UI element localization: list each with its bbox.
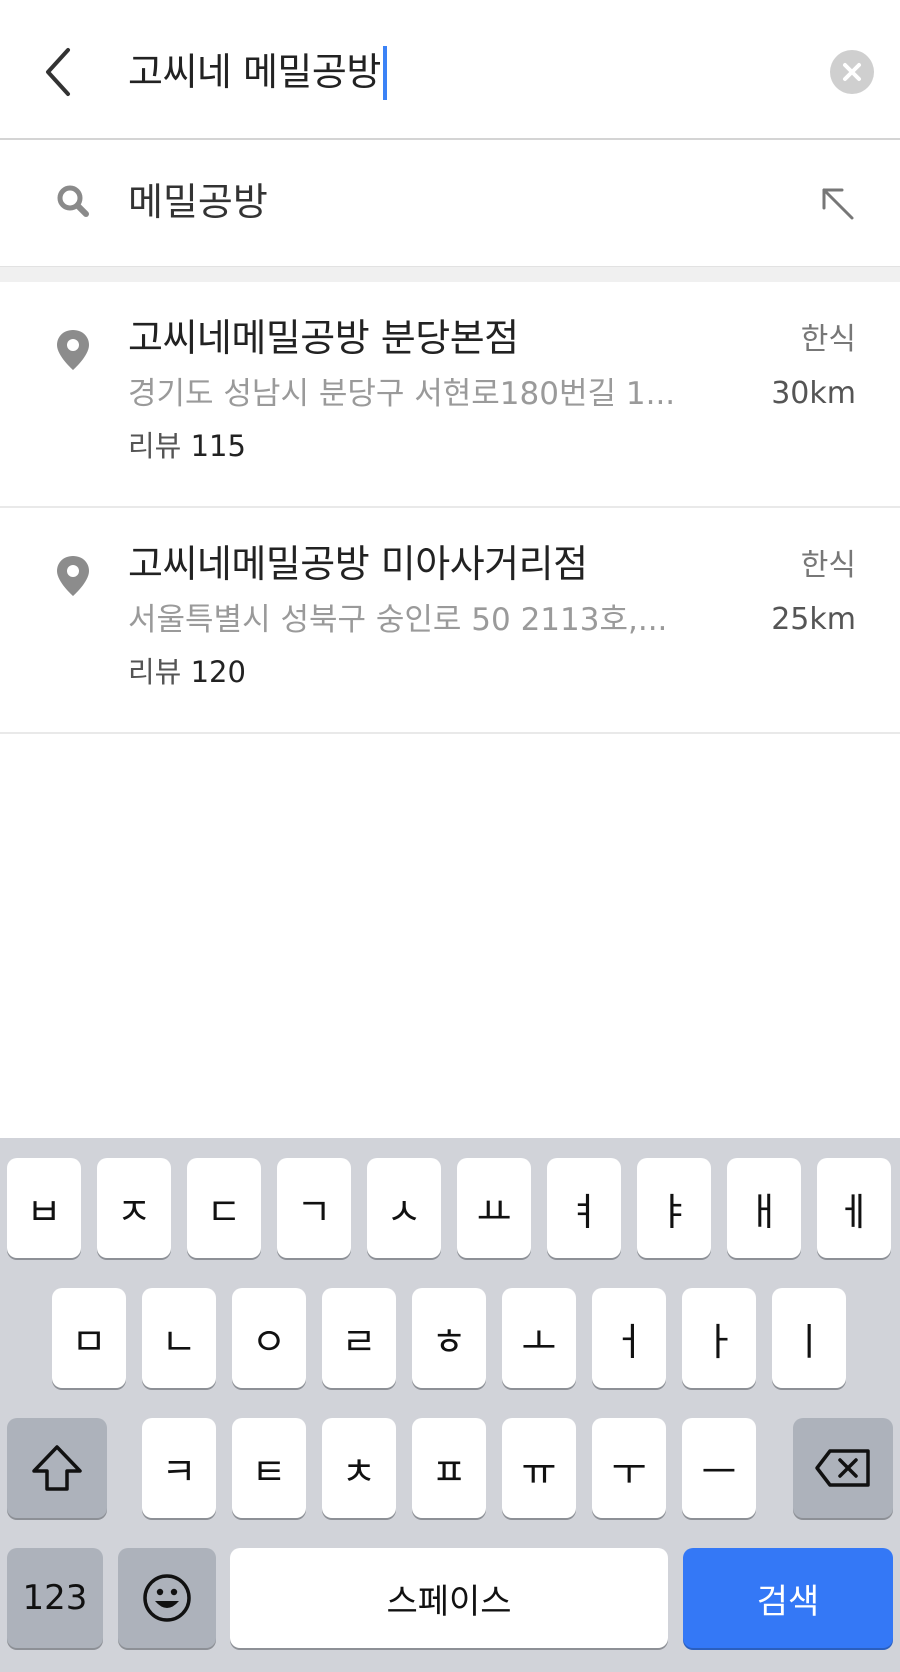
location-pin-icon xyxy=(57,556,89,596)
key-label: ㄷ xyxy=(206,1189,242,1234)
review-count: 115 xyxy=(190,429,246,463)
arrow-up-left-icon[interactable] xyxy=(818,184,858,224)
key-label: ㄴ xyxy=(161,1319,197,1364)
key[interactable]: ㅠ xyxy=(502,1418,576,1518)
clear-button[interactable] xyxy=(830,50,874,94)
key-label: ㅌ xyxy=(251,1449,287,1494)
shift-icon xyxy=(32,1445,82,1491)
key[interactable]: ㅔ xyxy=(817,1158,891,1258)
result-review: 리뷰 120 xyxy=(128,652,246,692)
key[interactable]: ㄴ xyxy=(142,1288,216,1388)
review-label: 리뷰 xyxy=(128,655,182,689)
key-label: ㅇ xyxy=(251,1319,287,1364)
backspace-key[interactable] xyxy=(793,1418,893,1518)
section-divider xyxy=(0,266,900,282)
clear-x-icon xyxy=(843,63,861,81)
result-distance: 25km xyxy=(771,602,856,637)
key[interactable]: ㅡ xyxy=(682,1418,756,1518)
search-header: 고씨네 메밀공방 xyxy=(0,0,900,140)
key-label: ㅣ xyxy=(791,1319,827,1364)
key-label: ㅁ xyxy=(71,1319,107,1364)
result-name: 고씨네메밀공방 미아사거리점 xyxy=(128,542,588,586)
key-label: ㅅ xyxy=(386,1189,422,1234)
key[interactable]: ㅑ xyxy=(637,1158,711,1258)
key[interactable]: ㅓ xyxy=(592,1288,666,1388)
key[interactable]: ㅎ xyxy=(412,1288,486,1388)
review-count: 120 xyxy=(190,655,246,689)
back-button[interactable] xyxy=(40,44,80,100)
search-input[interactable]: 고씨네 메밀공방 xyxy=(128,42,381,102)
numbers-key-label: 123 xyxy=(22,1578,88,1618)
result-address: 서울특별시 성북구 숭인로 50 2113호,... xyxy=(128,602,668,638)
numbers-key[interactable]: 123 xyxy=(7,1548,103,1648)
search-icon xyxy=(57,185,89,217)
key-label: ㅊ xyxy=(341,1449,377,1494)
key[interactable]: ㅐ xyxy=(727,1158,801,1258)
key[interactable]: ㅗ xyxy=(502,1288,576,1388)
key-label: ㅎ xyxy=(431,1319,467,1364)
keyboard: ㅂ ㅈ ㄷ ㄱ ㅅ ㅛ ㅕ ㅑ ㅐ ㅔ ㅁ ㄴ ㅇ ㄹ ㅎ ㅗ ㅓ ㅏ ㅣ ㅋ … xyxy=(0,1138,900,1672)
key[interactable]: ㅊ xyxy=(322,1418,396,1518)
result-distance: 30km xyxy=(771,376,856,411)
key[interactable]: ㄱ xyxy=(277,1158,351,1258)
key-label: ㅗ xyxy=(521,1319,557,1364)
shift-key[interactable] xyxy=(7,1418,107,1518)
result-name: 고씨네메밀공방 분당본점 xyxy=(128,316,519,360)
key-label: ㅡ xyxy=(701,1449,737,1494)
key-label: ㄹ xyxy=(341,1319,377,1364)
key[interactable]: ㅏ xyxy=(682,1288,756,1388)
location-pin-icon xyxy=(57,330,89,370)
result-address: 경기도 성남시 분당구 서현로180번길 1... xyxy=(128,376,676,412)
key-label: ㅂ xyxy=(26,1189,62,1234)
key-label: ㅑ xyxy=(656,1189,692,1234)
key-label: ㅏ xyxy=(701,1319,737,1364)
suggestion-text: 메밀공방 xyxy=(128,180,268,224)
chevron-left-icon xyxy=(46,48,70,96)
text-caret xyxy=(383,46,387,100)
space-key-label: 스페이스 xyxy=(386,1581,512,1622)
result-category: 한식 xyxy=(800,548,856,583)
key[interactable]: ㅜ xyxy=(592,1418,666,1518)
key-label: ㅓ xyxy=(611,1319,647,1364)
key[interactable]: ㅋ xyxy=(142,1418,216,1518)
key-label: ㅐ xyxy=(746,1189,782,1234)
key-label: ㅠ xyxy=(521,1449,557,1494)
key[interactable]: ㄹ xyxy=(322,1288,396,1388)
result-review: 리뷰 115 xyxy=(128,426,246,466)
emoji-key[interactable] xyxy=(118,1548,216,1648)
result-item[interactable]: 고씨네메밀공방 분당본점 경기도 성남시 분당구 서현로180번길 1... 리… xyxy=(0,282,900,508)
key-label: ㅈ xyxy=(116,1189,152,1234)
key-label: ㅕ xyxy=(566,1189,602,1234)
key-label: ㅋ xyxy=(161,1449,197,1494)
result-category: 한식 xyxy=(800,322,856,357)
key[interactable]: ㅈ xyxy=(97,1158,171,1258)
key-label: ㅛ xyxy=(476,1189,512,1234)
key-label: ㅍ xyxy=(431,1449,467,1494)
key[interactable]: ㅛ xyxy=(457,1158,531,1258)
review-label: 리뷰 xyxy=(128,429,182,463)
key[interactable]: ㅁ xyxy=(52,1288,126,1388)
key[interactable]: ㅇ xyxy=(232,1288,306,1388)
key[interactable]: ㅍ xyxy=(412,1418,486,1518)
space-key[interactable]: 스페이스 xyxy=(230,1548,668,1648)
key-label: ㅔ xyxy=(836,1189,872,1234)
key[interactable]: ㄷ xyxy=(187,1158,261,1258)
suggestion-item[interactable]: 메밀공방 xyxy=(0,140,900,266)
backspace-icon xyxy=(815,1449,870,1487)
key[interactable]: ㅕ xyxy=(547,1158,621,1258)
key[interactable]: ㅅ xyxy=(367,1158,441,1258)
key[interactable]: ㅣ xyxy=(772,1288,846,1388)
emoji-icon xyxy=(143,1574,191,1622)
key[interactable]: ㅂ xyxy=(7,1158,81,1258)
result-item[interactable]: 고씨네메밀공방 미아사거리점 서울특별시 성북구 숭인로 50 2113호,..… xyxy=(0,508,900,734)
search-key-label: 검색 xyxy=(756,1581,820,1622)
key-label: ㄱ xyxy=(296,1189,332,1234)
search-key[interactable]: 검색 xyxy=(683,1548,893,1648)
key[interactable]: ㅌ xyxy=(232,1418,306,1518)
key-label: ㅜ xyxy=(611,1449,647,1494)
